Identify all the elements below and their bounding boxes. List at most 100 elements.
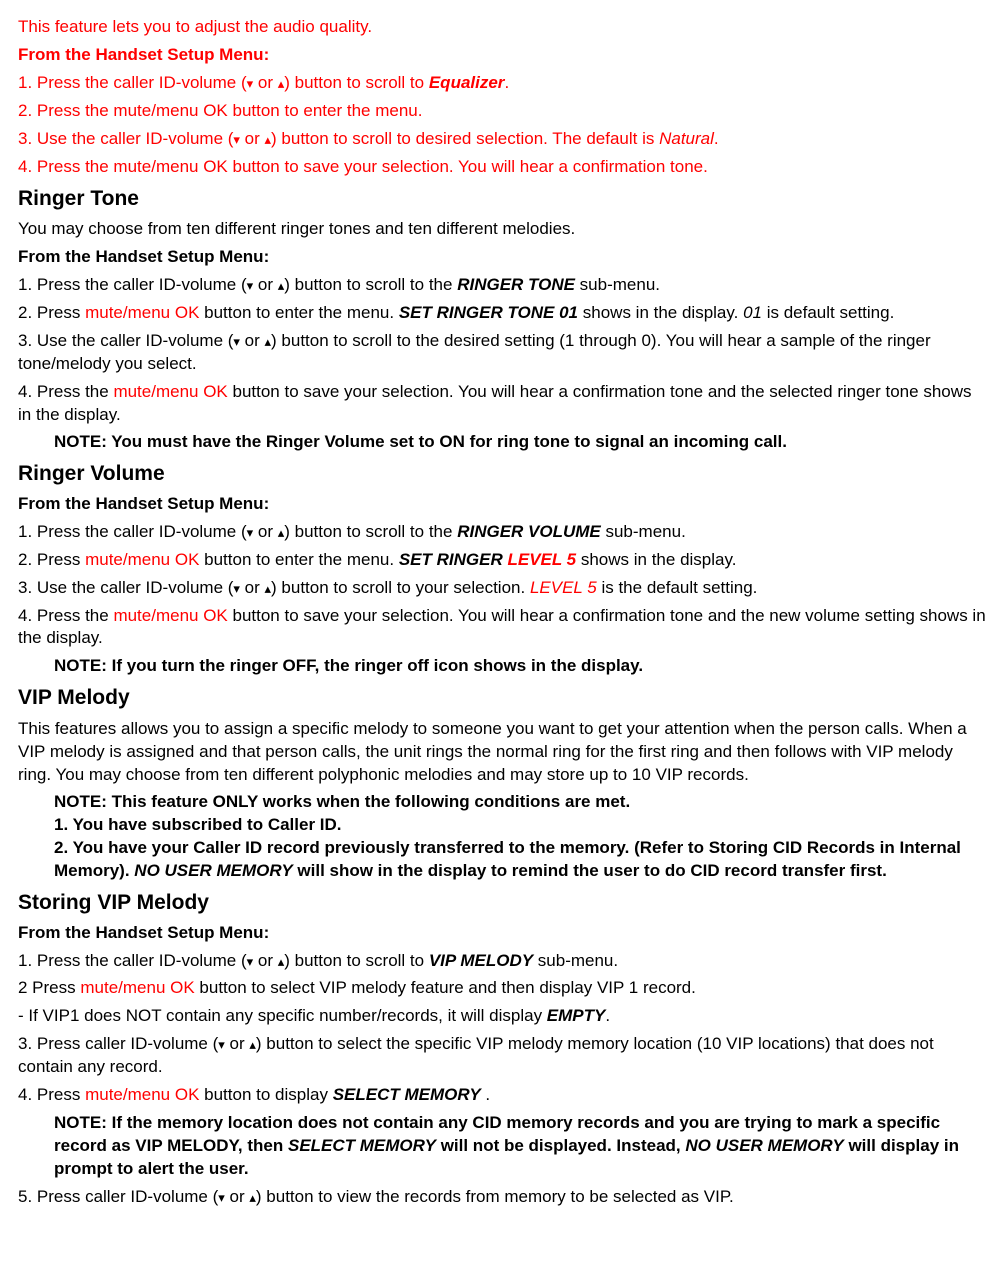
text: sub-menu. <box>601 522 686 541</box>
text: shows in the display. <box>576 550 736 569</box>
text: or <box>225 1187 250 1206</box>
equalizer-step3: 3. Use the caller ID-volume ( or ) butto… <box>18 128 988 151</box>
text: . <box>504 73 509 92</box>
text: or <box>253 522 278 541</box>
text: 3. Press caller ID-volume ( <box>18 1034 218 1053</box>
text: - If VIP1 does NOT contain any specific … <box>18 1006 547 1025</box>
text: ) button to scroll to your selection. <box>271 578 530 597</box>
default: LEVEL 5 <box>530 578 597 597</box>
note-2: 2. You have your Caller ID record previo… <box>54 837 988 883</box>
storing-vip-step3: 3. Press caller ID-volume ( or ) button … <box>18 1033 988 1079</box>
display: SELECT MEMORY <box>333 1085 481 1104</box>
vip-melody-intro: This features allows you to assign a spe… <box>18 718 988 787</box>
text: ) button to scroll to the <box>284 522 457 541</box>
text: ) button to scroll to the <box>284 275 457 294</box>
text: or <box>253 73 278 92</box>
storing-vip-step4: 4. Press mute/menu OK button to display … <box>18 1084 988 1107</box>
display: NO USER MEMORY <box>134 861 292 880</box>
text: is the default setting. <box>597 578 758 597</box>
equalizer-step1: 1. Press the caller ID-volume ( or ) but… <box>18 72 988 95</box>
button-ref: mute/menu OK <box>85 303 199 322</box>
text: . <box>714 129 719 148</box>
ringer-tone-intro: You may choose from ten different ringer… <box>18 218 988 241</box>
text: 3. Use the caller ID-volume ( <box>18 331 233 350</box>
target: RINGER TONE <box>457 275 575 294</box>
display-b: LEVEL 5 <box>507 550 576 569</box>
storing-vip-step2: 2 Press mute/menu OK button to select VI… <box>18 977 988 1000</box>
ringer-tone-step4: 4. Press the mute/menu OK button to save… <box>18 381 988 427</box>
storing-vip-step1: 1. Press the caller ID-volume ( or ) but… <box>18 950 988 973</box>
text: 1. Press the caller ID-volume ( <box>18 951 247 970</box>
text: button to enter the menu. <box>199 303 398 322</box>
button-ref: mute/menu OK <box>85 550 199 569</box>
text: ) button to scroll to <box>284 951 429 970</box>
storing-vip-dash: - If VIP1 does NOT contain any specific … <box>18 1005 988 1028</box>
text: 1. Press the caller ID-volume ( <box>18 275 247 294</box>
storing-vip-heading: Storing VIP Melody <box>18 889 988 917</box>
text: is default setting. <box>762 303 894 322</box>
text: will not be displayed. Instead, <box>436 1136 685 1155</box>
ringer-volume-step2: 2. Press mute/menu OK button to enter th… <box>18 549 988 572</box>
target: VIP MELODY <box>429 951 533 970</box>
text: 2. Press <box>18 550 85 569</box>
default: Natural <box>659 129 714 148</box>
text: button to display <box>199 1085 332 1104</box>
text: button to select VIP melody feature and … <box>195 978 696 997</box>
ringer-tone-step1: 1. Press the caller ID-volume ( or ) but… <box>18 274 988 297</box>
text: or <box>225 1034 250 1053</box>
text: 2 Press <box>18 978 80 997</box>
display-a: SET RINGER <box>399 550 508 569</box>
display: SET RINGER TONE 01 <box>399 303 578 322</box>
text: or <box>240 129 265 148</box>
equalizer-step2: 2. Press the mute/menu OK button to ente… <box>18 100 988 123</box>
text: 4. Press the <box>18 606 113 625</box>
text: will show in the display to remind the u… <box>293 861 887 880</box>
ringer-tone-note: NOTE: You must have the Ringer Volume se… <box>54 431 988 454</box>
text: 1. Press the caller ID-volume ( <box>18 522 247 541</box>
display: SELECT MEMORY <box>288 1136 436 1155</box>
button-ref: mute/menu OK <box>85 1085 199 1104</box>
button-ref: mute/menu OK <box>80 978 194 997</box>
ringer-volume-note: NOTE: If you turn the ringer OFF, the ri… <box>54 655 988 678</box>
text: 2. Press <box>18 303 85 322</box>
text: 3. Use the caller ID-volume ( <box>18 578 233 597</box>
ringer-volume-step3: 3. Use the caller ID-volume ( or ) butto… <box>18 577 988 600</box>
text: 3. Use the caller ID-volume ( <box>18 129 233 148</box>
text: ) button to view the records from memory… <box>256 1187 734 1206</box>
vip-melody-heading: VIP Melody <box>18 684 988 712</box>
equalizer-intro: This feature lets you to adjust the audi… <box>18 16 988 39</box>
default: 01 <box>743 303 762 322</box>
note-1: 1. You have subscribed to Caller ID. <box>54 814 988 837</box>
display: NO USER MEMORY <box>685 1136 843 1155</box>
text: 1. Press the caller ID-volume ( <box>18 73 247 92</box>
storing-vip-note: NOTE: If the memory location does not co… <box>54 1112 988 1181</box>
equalizer-step4: 4. Press the mute/menu OK button to save… <box>18 156 988 179</box>
text: sub-menu. <box>533 951 618 970</box>
text: 5. Press caller ID-volume ( <box>18 1187 218 1206</box>
text: 4. Press the <box>18 382 113 401</box>
text: ) button to scroll to <box>284 73 429 92</box>
text: 4. Press <box>18 1085 85 1104</box>
ringer-volume-heading: Ringer Volume <box>18 460 988 488</box>
text: . <box>481 1085 490 1104</box>
note-intro: NOTE: This feature ONLY works when the f… <box>54 791 988 814</box>
button-ref: mute/menu OK <box>113 382 227 401</box>
ringer-tone-heading: Ringer Tone <box>18 185 988 213</box>
target: Equalizer <box>429 73 505 92</box>
text: or <box>253 951 278 970</box>
text: . <box>605 1006 610 1025</box>
ringer-volume-step1: 1. Press the caller ID-volume ( or ) but… <box>18 521 988 544</box>
text: or <box>240 578 265 597</box>
button-ref: mute/menu OK <box>113 606 227 625</box>
ringer-tone-step3: 3. Use the caller ID-volume ( or ) butto… <box>18 330 988 376</box>
storing-vip-step5: 5. Press caller ID-volume ( or ) button … <box>18 1186 988 1209</box>
text: sub-menu. <box>575 275 660 294</box>
text: or <box>253 275 278 294</box>
display: EMPTY <box>547 1006 606 1025</box>
ringer-volume-step4: 4. Press the mute/menu OK button to save… <box>18 605 988 651</box>
ringer-tone-menu-heading: From the Handset Setup Menu: <box>18 246 988 269</box>
text: or <box>240 331 265 350</box>
text: ) button to scroll to desired selection.… <box>271 129 659 148</box>
ringer-volume-menu-heading: From the Handset Setup Menu: <box>18 493 988 516</box>
text: button to enter the menu. <box>199 550 398 569</box>
